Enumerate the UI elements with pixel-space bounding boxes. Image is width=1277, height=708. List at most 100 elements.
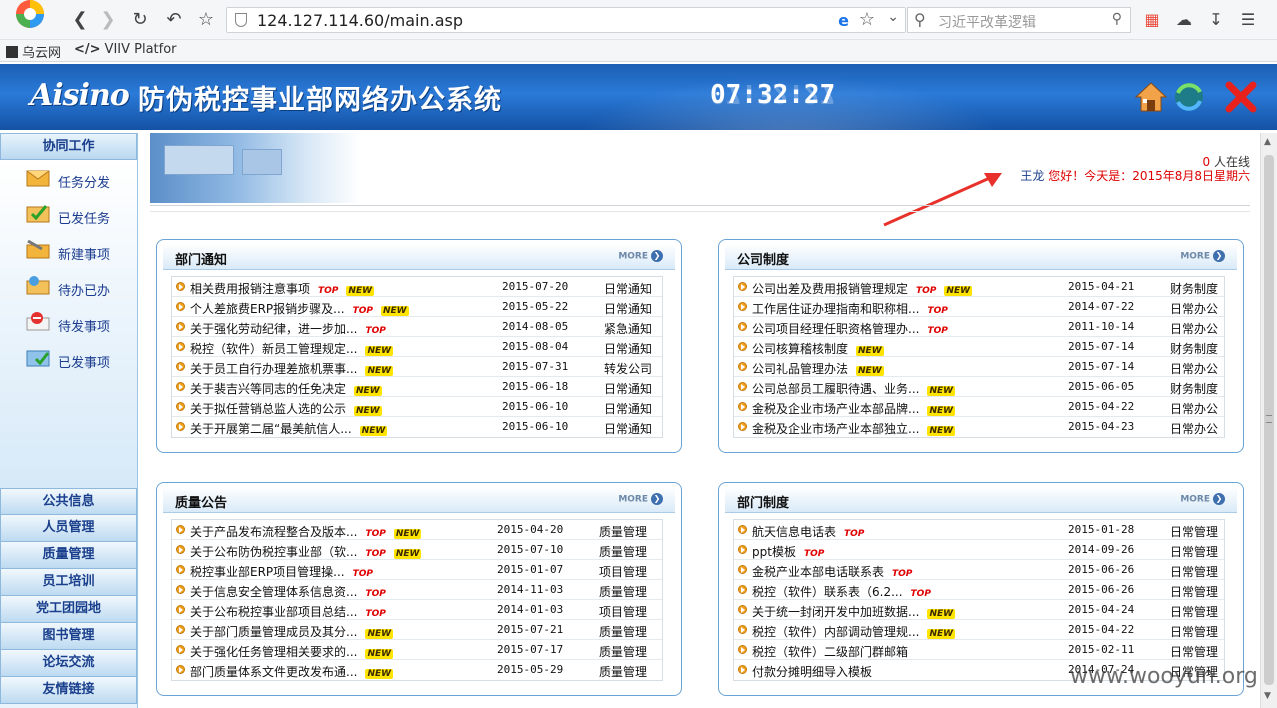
search-box[interactable]: ⚲ 习近平改革逻辑 ⚲	[907, 7, 1131, 33]
list-item[interactable]: 关于员工自行办理差旅机票事... NEW 2015-07-31 转发公司	[172, 357, 662, 377]
item-link[interactable]: 税控（软件）联系表（6.2... TOP	[752, 583, 931, 600]
menu-icon[interactable]: ☰	[1236, 8, 1260, 32]
apps-grid-icon[interactable]: ▦	[1140, 8, 1164, 32]
item-link[interactable]: 个人差旅费ERP报销步骤及... TOP NEW	[190, 300, 409, 317]
item-link[interactable]: 工作居住证办理指南和职称相... TOP	[752, 300, 948, 317]
menu-public-info[interactable]: 公共信息	[0, 488, 137, 515]
list-item[interactable]: 航天信息电话表 TOP 2015-01-28 日常管理	[734, 520, 1224, 540]
item-link[interactable]: 关于员工自行办理差旅机票事... NEW	[190, 360, 394, 377]
item-link[interactable]: 关于产品发布流程整合及版本... TOP NEW	[190, 523, 422, 540]
scroll-down-icon[interactable]: ▼	[1264, 691, 1271, 701]
sidebar-section-title[interactable]: 协同工作	[0, 133, 137, 160]
home-icon[interactable]	[1134, 80, 1168, 114]
more-link[interactable]: MORE ❯	[618, 493, 663, 505]
list-item[interactable]: 部门质量体系文件更改发布通... NEW 2015-05-29 质量管理	[172, 660, 662, 680]
item-link[interactable]: 公司核算稽核制度 NEW	[752, 340, 884, 357]
sidebar-item-sent-items[interactable]: 已发事项	[0, 340, 137, 376]
item-link[interactable]: 关于统一封闭开发中加班数据... NEW	[752, 603, 956, 620]
list-item[interactable]: 关于拟任营销总监人选的公示 NEW 2015-06-10 日常通知	[172, 397, 662, 417]
sidebar-item-new-item[interactable]: 新建事项	[0, 232, 137, 268]
list-item[interactable]: 税控（软件）联系表（6.2... TOP 2015-06-26 日常管理	[734, 580, 1224, 600]
item-link[interactable]: 金税及企业市场产业本部独立... NEW	[752, 420, 956, 437]
list-item[interactable]: 相关费用报销注意事项 TOP NEW 2015-07-20 日常通知	[172, 277, 662, 297]
list-item[interactable]: 工作居住证办理指南和职称相... TOP 2014-07-22 日常办公	[734, 297, 1224, 317]
more-link[interactable]: MORE ❯	[1180, 250, 1225, 262]
item-link[interactable]: 金税及企业市场产业本部品牌... NEW	[752, 400, 956, 417]
scroll-up-icon[interactable]: ▲	[1264, 137, 1271, 147]
close-icon[interactable]	[1224, 80, 1258, 114]
list-item[interactable]: 关于统一封闭开发中加班数据... NEW 2015-04-24 日常管理	[734, 600, 1224, 620]
list-item[interactable]: 公司礼品管理办法 NEW 2015-07-14 日常办公	[734, 357, 1224, 377]
list-item[interactable]: 关于裴吉兴等同志的任免决定 NEW 2015-06-18 日常通知	[172, 377, 662, 397]
list-item[interactable]: 关于公布税控事业部项目总结... TOP 2014-01-03 项目管理	[172, 600, 662, 620]
menu-training[interactable]: 员工培训	[0, 569, 137, 596]
item-link[interactable]: 公司礼品管理办法 NEW	[752, 360, 884, 377]
sidebar-item-pending-send[interactable]: 待发事项	[0, 304, 137, 340]
list-item[interactable]: 关于开展第二届“最美航信人... NEW 2015-06-10 日常通知	[172, 417, 662, 437]
search-icon[interactable]: ⚲	[1112, 11, 1122, 27]
sidebar-item-todo-done[interactable]: 待办已办	[0, 268, 137, 304]
list-item[interactable]: 关于部门质量管理成员及其分... NEW 2015-07-21 质量管理	[172, 620, 662, 640]
item-link[interactable]: 关于拟任营销总监人选的公示 NEW	[190, 400, 382, 417]
page-scrollbar[interactable]: ▲ ▼	[1260, 133, 1277, 708]
item-link[interactable]: 税控（软件）新员工管理规定... NEW	[190, 340, 394, 357]
item-link[interactable]: 金税产业本部电话联系表 TOP	[752, 563, 912, 580]
item-link[interactable]: 付款分摊明细导入模板	[752, 663, 872, 680]
item-link[interactable]: 关于裴吉兴等同志的任免决定 NEW	[190, 380, 382, 397]
list-item[interactable]: 关于公布防伪税控事业部（软... TOP NEW 2015-07-10 质量管理	[172, 540, 662, 560]
list-item[interactable]: 关于产品发布流程整合及版本... TOP NEW 2015-04-20 质量管理	[172, 520, 662, 540]
item-link[interactable]: 关于公布税控事业部项目总结... TOP	[190, 603, 386, 620]
item-link[interactable]: 税控事业部ERP项目管理操... TOP	[190, 563, 373, 580]
user-name[interactable]: 王龙	[1020, 169, 1044, 183]
list-item[interactable]: 公司出差及费用报销管理规定 TOP NEW 2015-04-21 财务制度	[734, 277, 1224, 297]
menu-party-union[interactable]: 党工团园地	[0, 596, 137, 623]
bookmark-viiv[interactable]: </> VIIV Platfor	[74, 42, 177, 57]
undo-icon[interactable]: ↶	[162, 8, 186, 32]
item-link[interactable]: 关于信息安全管理体系信息资... TOP	[190, 583, 386, 600]
list-item[interactable]: 关于强化劳动纪律，进一步加... TOP 2014-08-05 紧急通知	[172, 317, 662, 337]
menu-library[interactable]: 图书管理	[0, 623, 137, 650]
list-item[interactable]: ppt模板 TOP 2014-09-26 日常管理	[734, 540, 1224, 560]
back-icon[interactable]: ❮	[68, 8, 92, 32]
cloud-icon[interactable]: ☁	[1172, 8, 1196, 32]
list-item[interactable]: 金税及企业市场产业本部品牌... NEW 2015-04-22 日常办公	[734, 397, 1224, 417]
more-link[interactable]: MORE ❯	[618, 250, 663, 262]
list-item[interactable]: 公司项目经理任职资格管理办... TOP 2011-10-14 日常办公	[734, 317, 1224, 337]
item-link[interactable]: 关于开展第二届“最美航信人... NEW	[190, 420, 388, 437]
address-url[interactable]: 124.127.114.60/main.asp	[257, 11, 463, 30]
item-link[interactable]: 关于部门质量管理成员及其分... NEW	[190, 623, 394, 640]
list-item[interactable]: 金税产业本部电话联系表 TOP 2015-06-26 日常管理	[734, 560, 1224, 580]
item-link[interactable]: 税控（软件）二级部门群邮箱	[752, 643, 908, 660]
download-icon[interactable]: ↧	[1204, 8, 1228, 32]
item-link[interactable]: 公司出差及费用报销管理规定 TOP NEW	[752, 280, 973, 297]
item-link[interactable]: 税控（软件）内部调动管理规... NEW	[752, 623, 956, 640]
item-link[interactable]: ppt模板 TOP	[752, 543, 824, 560]
refresh-icon[interactable]: ↻	[128, 8, 152, 32]
bookmark-star-icon[interactable]: ☆	[859, 9, 875, 30]
bookmark-wooyun[interactable]: 乌云网	[6, 42, 61, 61]
item-link[interactable]: 关于公布防伪税控事业部（软... TOP NEW	[190, 543, 422, 560]
item-link[interactable]: 航天信息电话表 TOP	[752, 523, 864, 540]
sidebar-item-task-dispatch[interactable]: 任务分发	[0, 160, 137, 196]
list-item[interactable]: 税控（软件）内部调动管理规... NEW 2015-04-22 日常管理	[734, 620, 1224, 640]
menu-forum[interactable]: 论坛交流	[0, 650, 137, 677]
address-bar[interactable]: 124.127.114.60/main.asp e ☆ ⌄	[226, 7, 906, 33]
menu-personnel[interactable]: 人员管理	[0, 515, 137, 542]
ie-mode-icon[interactable]: e	[838, 11, 849, 30]
list-item[interactable]: 关于信息安全管理体系信息资... TOP 2014-11-03 质量管理	[172, 580, 662, 600]
item-link[interactable]: 相关费用报销注意事项 TOP NEW	[190, 280, 375, 297]
item-link[interactable]: 关于强化劳动纪律，进一步加... TOP	[190, 320, 386, 337]
list-item[interactable]: 税控（软件）二级部门群邮箱 2015-02-11 日常管理	[734, 640, 1224, 660]
favorite-star-icon[interactable]: ☆	[194, 8, 218, 32]
menu-quality[interactable]: 质量管理	[0, 542, 137, 569]
item-link[interactable]: 公司总部员工履职待遇、业务... NEW	[752, 380, 956, 397]
list-item[interactable]: 税控（软件）新员工管理规定... NEW 2015-08-04 日常通知	[172, 337, 662, 357]
sidebar-item-sent-tasks[interactable]: 已发任务	[0, 196, 137, 232]
list-item[interactable]: 税控事业部ERP项目管理操... TOP 2015-01-07 项目管理	[172, 560, 662, 580]
menu-links[interactable]: 友情链接	[0, 677, 137, 704]
more-link[interactable]: MORE ❯	[1180, 493, 1225, 505]
browser-logo-icon[interactable]	[4, 0, 54, 38]
forward-icon[interactable]: ❯	[96, 8, 120, 32]
refresh-globe-icon[interactable]	[1172, 80, 1206, 114]
list-item[interactable]: 金税及企业市场产业本部独立... NEW 2015-04-23 日常办公	[734, 417, 1224, 437]
